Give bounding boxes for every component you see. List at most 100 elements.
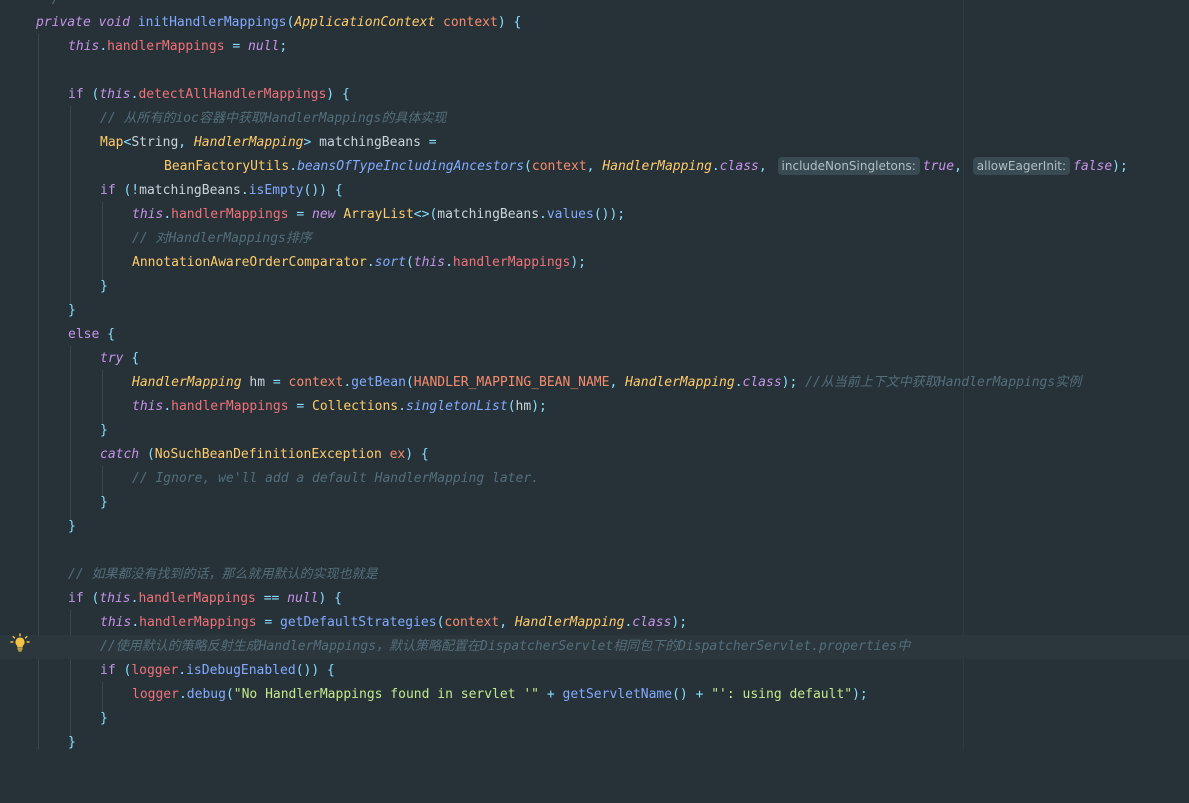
closing-brace: } [68, 735, 76, 750]
field: logger [132, 687, 179, 702]
code-line: this.handlerMappings = getDefaultStrateg… [0, 611, 1189, 635]
method-call: getServletName [562, 687, 673, 702]
code-editor[interactable]: */ private void initHandlerMappings(Appl… [0, 0, 1189, 750]
code-line: // Ignore, we'll add a default HandlerMa… [0, 467, 1189, 491]
code-line: if (logger.isDebugEnabled()) { [0, 659, 1189, 683]
field: handlerMappings [138, 591, 256, 606]
class-name: ArrayList [343, 207, 414, 222]
method-call: getBean [351, 375, 406, 390]
keyword: false [1073, 159, 1113, 174]
field: handlerMappings [139, 615, 257, 630]
method-call: isEmpty [248, 183, 304, 198]
statement: if (!matchingBeans.isEmpty()) { [100, 183, 343, 198]
code-line: if (this.detectAllHandlerMappings) { [0, 83, 1189, 107]
closing-brace: } [100, 423, 108, 438]
statement: BeanFactoryUtils.beansOfTypeIncludingAnc… [164, 157, 1128, 175]
statement: catch (NoSuchBeanDefinitionException ex)… [100, 447, 429, 462]
type-name: Map [100, 135, 124, 150]
comment: //使用默认的策略反射生成HandlerMappings，默认策略配置在Disp… [100, 639, 911, 654]
argument: context [444, 615, 500, 630]
code-line: BeanFactoryUtils.beansOfTypeIncludingAnc… [0, 155, 1189, 179]
this-keyword: this [99, 87, 131, 102]
type-name: HandlerMapping [625, 375, 735, 390]
field: handlerMappings [171, 207, 289, 222]
field: handlerMappings [452, 255, 571, 270]
class-name: BeanFactoryUtils [164, 159, 290, 174]
code-line: } [0, 515, 1189, 539]
code-line: HandlerMapping hm = context.getBean(HAND… [0, 371, 1189, 395]
comment: // Ignore, we'll add a default HandlerMa… [132, 471, 539, 486]
this-keyword: this [100, 615, 132, 630]
class-name: NoSuchBeanDefinitionException [154, 447, 382, 462]
code-line: // 对HandlerMappings排序 [0, 227, 1189, 251]
method-signature: private void initHandlerMappings(Applica… [36, 15, 522, 30]
comment: // 对HandlerMappings排序 [132, 231, 312, 246]
this-keyword: this [413, 255, 446, 270]
keyword: if [68, 87, 84, 102]
statement: AnnotationAwareOrderComparator.sort(this… [132, 255, 586, 270]
statement: this.handlerMappings = new ArrayList<>(m… [132, 207, 626, 222]
code-line: } [0, 707, 1189, 731]
current-line: //使用默认的策略反射生成HandlerMappings，默认策略配置在Disp… [0, 635, 1189, 659]
method-call: debug [186, 687, 226, 702]
keyword: catch [100, 447, 140, 462]
code-line: this.handlerMappings = new ArrayList<>(m… [0, 203, 1189, 227]
method-name: initHandlerMappings [137, 15, 287, 30]
code-line: AnnotationAwareOrderComparator.sort(this… [0, 251, 1189, 275]
comment: //从当前上下文中获取HandlerMappings实例 [805, 375, 1082, 390]
field: logger [131, 663, 179, 678]
code-line: catch (NoSuchBeanDefinitionException ex)… [0, 443, 1189, 467]
keyword: try [100, 351, 124, 366]
this-keyword: this [99, 591, 131, 606]
method-call: beansOfTypeIncludingAncestors [297, 159, 525, 174]
constant: HANDLER_MAPPING_BEAN_NAME [413, 375, 610, 390]
statement: this.handlerMappings = getDefaultStrateg… [100, 615, 688, 630]
method-call: sort [374, 255, 406, 270]
statement: if (this.detectAllHandlerMappings) { [68, 87, 350, 102]
string-literal: "No HandlerMappings found in servlet '" [233, 687, 540, 702]
keyword: if [68, 591, 84, 606]
type-name: HandlerMapping [193, 135, 304, 150]
statement: HandlerMapping hm = context.getBean(HAND… [132, 375, 1082, 390]
keyword: class [632, 615, 672, 630]
closing-brace: } [100, 495, 108, 510]
parameter-hint: allowEagerInit: [972, 157, 1071, 175]
parameter-hint: includeNonSingletons: [777, 157, 920, 175]
method-call: values [546, 207, 594, 222]
keyword: void [98, 15, 130, 30]
code-line: private void initHandlerMappings(Applica… [0, 11, 1189, 35]
field: handlerMappings [107, 39, 225, 54]
parameter: ex [389, 447, 406, 462]
method-call: isDebugEnabled [186, 663, 296, 678]
keyword: else [68, 327, 100, 342]
field: handlerMappings [171, 399, 289, 414]
code-line: if (this.handlerMappings == null) { [0, 587, 1189, 611]
this-keyword: this [132, 207, 164, 222]
code-line: Map<String, HandlerMapping> matchingBean… [0, 131, 1189, 155]
statement: Map<String, HandlerMapping> matchingBean… [100, 135, 437, 150]
code-line: // 从所有的ioc容器中获取HandlerMappings的具体实现 [0, 107, 1189, 131]
type-name: HandlerMapping [132, 375, 242, 390]
code-line: else { [0, 323, 1189, 347]
parameter: context [443, 15, 498, 30]
code-line: } [0, 275, 1189, 299]
variable: hm [515, 399, 532, 414]
code-line: if (!matchingBeans.isEmpty()) { [0, 179, 1189, 203]
statement: logger.debug("No HandlerMappings found i… [132, 687, 868, 702]
lightbulb-icon[interactable] [10, 633, 30, 653]
string-literal: "': using default" [711, 687, 853, 702]
keyword: class [742, 375, 782, 390]
keyword: null [248, 39, 280, 54]
closing-brace: } [100, 279, 108, 294]
code-line: this.handlerMappings = null; [0, 35, 1189, 59]
type-name: String [131, 135, 179, 150]
closing-brace: } [68, 519, 76, 534]
closing-brace: } [68, 303, 76, 318]
code-line: logger.debug("No HandlerMappings found i… [0, 683, 1189, 707]
code-line: this.handlerMappings = Collections.singl… [0, 395, 1189, 419]
keyword: private [36, 15, 91, 30]
statement: else { [68, 327, 115, 342]
variable: matchingBeans [319, 135, 421, 150]
statement: this.handlerMappings = null; [68, 39, 288, 54]
keyword: new [312, 207, 336, 222]
